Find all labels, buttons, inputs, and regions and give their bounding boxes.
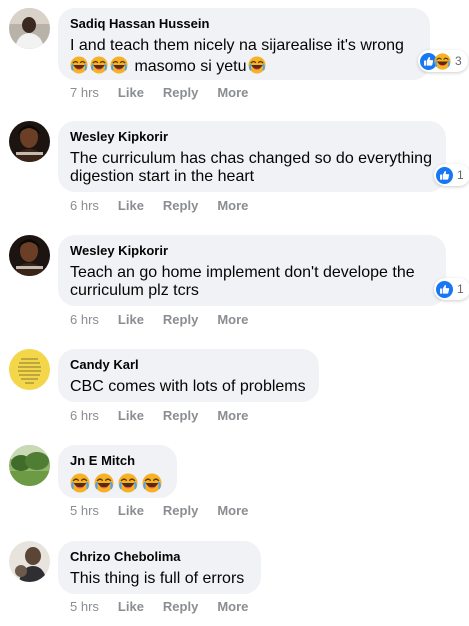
comment-bubble: Chrizo Chebolima This thing is full of e… — [58, 541, 261, 594]
reply-button[interactable]: Reply — [163, 599, 198, 614]
like-button[interactable]: Like — [118, 198, 144, 213]
reaction-count: 1 — [457, 168, 464, 182]
more-button[interactable]: More — [217, 599, 248, 614]
comment-time[interactable]: 7 hrs — [70, 85, 99, 100]
reply-button[interactable]: Reply — [163, 408, 198, 423]
comment-author[interactable]: Wesley Kipkorir — [70, 243, 434, 259]
comment-text-line2: curriculum plz tcrs — [70, 282, 199, 299]
comment-author[interactable]: Jn E Mitch — [70, 453, 165, 469]
avatar[interactable] — [9, 8, 50, 49]
comment-emoji-row — [70, 473, 165, 495]
more-button[interactable]: More — [217, 408, 248, 423]
like-button[interactable]: Like — [118, 85, 144, 100]
comment-bubble: Wesley Kipkorir The curriculum has chas … — [58, 121, 446, 192]
avatar[interactable] — [9, 349, 50, 390]
like-button[interactable]: Like — [118, 408, 144, 423]
comment-bubble: Sadiq Hassan Hussein I and teach them ni… — [58, 8, 430, 80]
reaction-summary[interactable]: 3 — [418, 50, 468, 72]
comment-text-line2: masomo si yetu — [70, 56, 418, 76]
reply-button[interactable]: Reply — [163, 85, 198, 100]
comment-author[interactable]: Chrizo Chebolima — [70, 549, 249, 565]
comment-bubble: Wesley Kipkorir Teach an go home impleme… — [58, 235, 446, 306]
comment-actions: 7 hrs Like Reply More — [70, 85, 267, 100]
avatar[interactable] — [9, 541, 50, 582]
comment-text: Teach an go home implement don't develop… — [70, 264, 415, 281]
reply-button[interactable]: Reply — [163, 312, 198, 327]
avatar[interactable] — [9, 445, 50, 486]
like-button[interactable]: Like — [118, 599, 144, 614]
comment-text: The curriculum has chas changed so do ev… — [70, 150, 432, 167]
comment-text-line2: digestion start in the heart — [70, 168, 255, 185]
laugh-icon — [110, 56, 128, 74]
comment-text: This thing is full of errors — [70, 570, 245, 587]
comment-time[interactable]: 5 hrs — [70, 599, 99, 614]
avatar[interactable] — [9, 121, 50, 162]
reaction-summary[interactable]: 1 — [434, 164, 469, 186]
comment-time[interactable]: 6 hrs — [70, 198, 99, 213]
reaction-count: 3 — [455, 54, 462, 68]
more-button[interactable]: More — [217, 85, 248, 100]
like-button[interactable]: Like — [118, 503, 144, 518]
comment-actions: 6 hrs Like Reply More — [70, 198, 267, 213]
like-button[interactable]: Like — [118, 312, 144, 327]
comment-time[interactable]: 6 hrs — [70, 312, 99, 327]
laugh-icon — [248, 56, 266, 74]
laugh-icon — [142, 473, 162, 493]
comment-author[interactable]: Wesley Kipkorir — [70, 129, 434, 145]
comment-actions: 5 hrs Like Reply More — [70, 599, 267, 614]
comment-bubble: Candy Karl CBC comes with lots of proble… — [58, 349, 319, 402]
reaction-summary[interactable]: 1 — [434, 278, 469, 300]
comment-bubble: Jn E Mitch — [58, 445, 177, 498]
more-button[interactable]: More — [217, 198, 248, 213]
laugh-icon — [70, 473, 90, 493]
comment-actions: 6 hrs Like Reply More — [70, 312, 267, 327]
comment-actions: 5 hrs Like Reply More — [70, 503, 267, 518]
comment-time[interactable]: 6 hrs — [70, 408, 99, 423]
laugh-icon — [118, 473, 138, 493]
reply-button[interactable]: Reply — [163, 198, 198, 213]
laugh-icon — [434, 53, 451, 70]
comment-text-fragment: masomo si yetu — [134, 58, 247, 75]
reaction-count: 1 — [457, 282, 464, 296]
comment-actions: 6 hrs Like Reply More — [70, 408, 267, 423]
laugh-icon — [70, 56, 88, 74]
more-button[interactable]: More — [217, 503, 248, 518]
comment-text: I and teach them nicely na sijarealise i… — [70, 37, 404, 54]
laugh-icon — [90, 56, 108, 74]
comment-text: CBC comes with lots of problems — [70, 378, 306, 395]
avatar[interactable] — [9, 235, 50, 276]
like-icon — [436, 281, 453, 298]
comment-author[interactable]: Sadiq Hassan Hussein — [70, 16, 418, 32]
more-button[interactable]: More — [217, 312, 248, 327]
comment-time[interactable]: 5 hrs — [70, 503, 99, 518]
like-icon — [436, 167, 453, 184]
comment-author[interactable]: Candy Karl — [70, 357, 307, 373]
laugh-icon — [94, 473, 114, 493]
reply-button[interactable]: Reply — [163, 503, 198, 518]
